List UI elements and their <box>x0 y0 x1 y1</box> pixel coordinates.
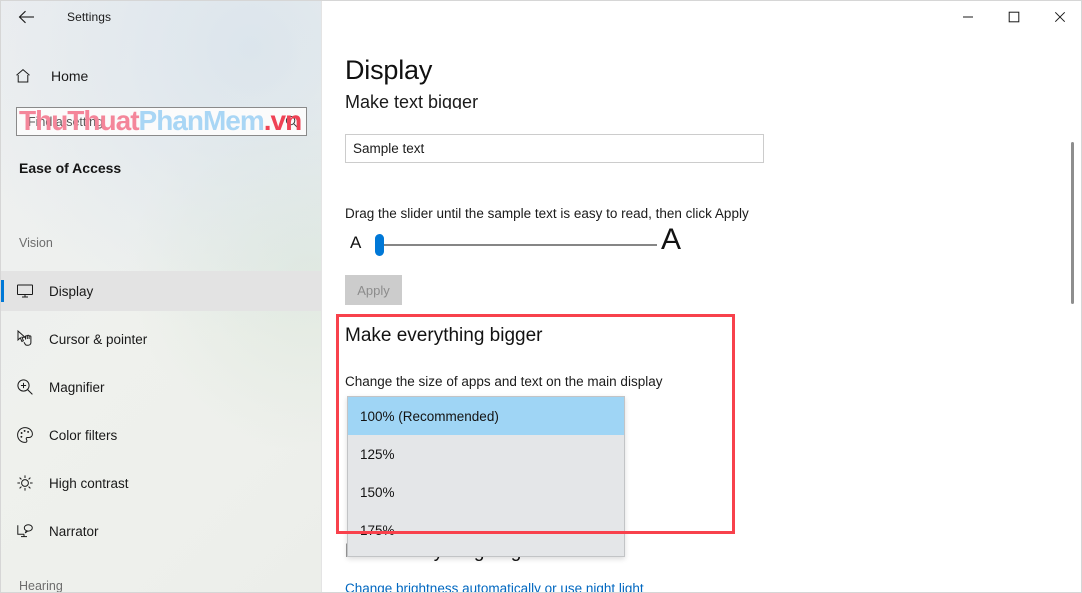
search-input[interactable]: Find a setting <box>16 107 307 136</box>
magnifier-icon <box>1 377 49 397</box>
window-controls <box>945 1 1081 33</box>
sidebar-item-label: Magnifier <box>49 379 105 395</box>
sidebar-item-cursor-pointer[interactable]: Cursor & pointer <box>1 319 321 359</box>
sample-text-value: Sample text <box>353 141 425 156</box>
section-heading-make-text-bigger: Make text bigger <box>345 92 479 109</box>
sidebar-item-label: Cursor & pointer <box>49 331 148 347</box>
home-icon <box>1 67 45 85</box>
sidebar-item-label: Color filters <box>49 427 118 443</box>
apply-button[interactable]: Apply <box>345 275 402 305</box>
sidebar-home-label: Home <box>51 68 89 84</box>
sidebar-group-label-vision: Vision <box>19 236 53 250</box>
narrator-icon <box>1 522 49 540</box>
sidebar-category-title: Ease of Access <box>19 160 122 176</box>
sidebar-item-magnifier[interactable]: Magnifier <box>1 367 321 407</box>
brightness-sun-icon <box>1 473 49 493</box>
slider-hint-text: Drag the slider until the sample text is… <box>345 206 749 221</box>
dropdown-option[interactable]: 175% <box>348 511 624 549</box>
sidebar-item-home[interactable]: Home <box>1 61 321 91</box>
slider-thumb[interactable] <box>375 234 384 256</box>
close-icon <box>1054 11 1066 23</box>
sidebar-item-color-filters[interactable]: Color filters <box>1 415 321 455</box>
text-size-slider[interactable]: A A <box>345 223 705 269</box>
scale-dropdown-list[interactable]: 100% (Recommended) 125% 150% 175% <box>347 396 625 557</box>
search-icon[interactable] <box>284 114 300 130</box>
maximize-icon <box>1008 11 1020 23</box>
slider-max-label: A <box>661 223 682 256</box>
dropdown-option[interactable]: 150% <box>348 473 624 511</box>
close-button[interactable] <box>1037 1 1081 33</box>
dropdown-option[interactable]: 125% <box>348 435 624 473</box>
page-title: Display <box>345 55 433 85</box>
sidebar-item-narrator[interactable]: Narrator <box>1 511 321 551</box>
sidebar-item-high-contrast[interactable]: High contrast <box>1 463 321 503</box>
slider-min-label: A <box>350 233 362 252</box>
cursor-pointer-icon <box>1 329 49 349</box>
sidebar-item-label: High contrast <box>49 475 129 491</box>
sidebar-item-label: Narrator <box>49 523 99 539</box>
main-content: Display Make text bigger Sample text Dra… <box>323 33 1081 592</box>
maximize-button[interactable] <box>991 1 1037 33</box>
scrollbar-thumb[interactable] <box>1071 142 1074 304</box>
sidebar-item-label: Display <box>49 283 94 299</box>
sample-text-preview: Sample text <box>345 134 764 163</box>
dropdown-option[interactable]: 100% (Recommended) <box>348 397 624 435</box>
settings-window: Home Find a setting ThuThuatPhanMem.vn E… <box>0 0 1082 593</box>
vertical-scrollbar[interactable] <box>1066 34 1080 592</box>
section-heading-make-everything-bigger: Make everything bigger <box>345 325 543 346</box>
minimize-button[interactable] <box>945 1 991 33</box>
back-button[interactable] <box>5 1 49 33</box>
window-title: Settings <box>67 10 112 24</box>
minimize-icon <box>963 16 973 18</box>
link-change-brightness[interactable]: Change brightness automatically or use n… <box>345 581 644 592</box>
back-arrow-icon <box>18 10 34 24</box>
search-placeholder: Find a setting <box>28 114 104 129</box>
sidebar-item-display[interactable]: Display <box>1 271 321 311</box>
title-bar: Settings <box>1 1 1081 33</box>
slider-track[interactable] <box>375 244 657 246</box>
color-palette-icon <box>1 425 49 445</box>
sidebar: Home Find a setting ThuThuatPhanMem.vn E… <box>1 1 322 593</box>
scale-description: Change the size of apps and text on the … <box>345 374 663 389</box>
sidebar-group-label-hearing: Hearing <box>19 579 63 593</box>
monitor-icon <box>1 282 49 300</box>
